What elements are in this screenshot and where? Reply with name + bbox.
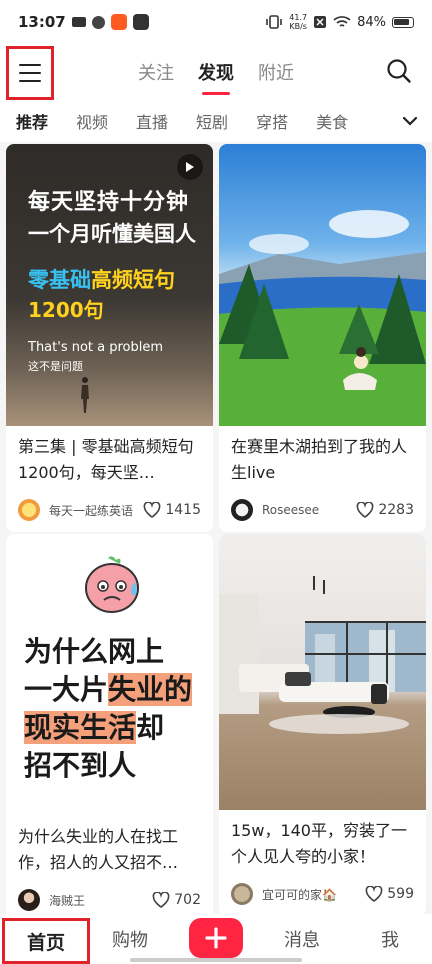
taobao-app-icon [110,14,127,30]
card-title[interactable]: 第三集 | 零基础高频短句1200句，每天坚… [6,426,213,488]
nav-messages[interactable]: 消息 [272,926,332,952]
tab-following[interactable]: 关注 [138,55,174,89]
walking-figure [81,377,89,413]
cover-text: 为什么网上 [24,635,165,668]
battery-percent: 84% [357,14,386,30]
category-expand-button[interactable] [388,100,432,142]
feed-card[interactable]: 15w，140平，穷装了一个人见人夸的小家！ 宜可可的家🏠 599 [219,534,426,914]
home-indicator[interactable] [130,958,302,962]
vivo-app-icon [71,17,86,27]
heart-icon [365,886,383,902]
top-header: 关注 发现 附近 [0,44,432,100]
category-recommend[interactable]: 推荐 [16,109,48,133]
category-outfit[interactable]: 穿搭 [256,109,288,133]
feed-card[interactable]: 每天坚持十分钟 一个月听懂美国人 零基础高频短句 1200句 That's no… [6,144,213,532]
nav-shop[interactable]: 购物 [100,926,160,952]
wifi-icon [333,16,351,27]
heart-icon [152,892,170,908]
cover-text: 每天坚持十分钟 [28,190,190,215]
category-bar: 推荐 视频 直播 短剧 穿搭 美食 [0,100,432,142]
feed: 每天坚持十分钟 一个月听懂美国人 零基础高频短句 1200句 That's no… [0,142,432,914]
create-post-button[interactable] [189,918,243,958]
cover-text: 招不到人 [24,749,137,782]
top-tabs: 关注 发现 附近 [0,44,432,100]
cover-subtitle: 这不是问题 [28,360,83,373]
plus-icon [205,927,227,949]
card-meta: 宜可可的家🏠 599 [219,872,426,914]
status-time: 13:07 [18,13,66,31]
card-cover-image[interactable]: 为什么网上 一大片失业的 现实生活却 招不到人 [6,534,213,816]
card-meta: 每天一起练英语 1415 [6,488,213,532]
play-icon [177,154,203,180]
avatar[interactable] [231,499,253,521]
message-app-icon [132,14,149,30]
author-name[interactable]: 每天一起练英语 [49,502,143,519]
category-video[interactable]: 视频 [76,109,108,133]
like-button[interactable]: 2283 [356,502,414,518]
cover-text: 一大片失业的 [24,673,193,706]
avatar[interactable] [231,883,253,905]
bottom-nav: 首页 购物 消息 我 [0,914,432,964]
net-speed: 41.7 KB/s [289,13,308,31]
card-meta: Roseesee 2283 [219,488,426,532]
tab-nearby[interactable]: 附近 [258,55,294,89]
avatar[interactable] [18,889,40,911]
vibrate-icon [266,15,283,29]
like-button[interactable]: 702 [152,892,201,908]
card-title[interactable]: 在赛里木湖拍到了我的人生live [219,426,426,488]
category-live[interactable]: 直播 [136,109,168,133]
card-cover-video[interactable]: 每天坚持十分钟 一个月听懂美国人 零基础高频短句 1200句 That's no… [6,144,213,426]
nav-me[interactable]: 我 [360,926,420,952]
cover-subtitle: That's not a problem [28,340,164,355]
like-button[interactable]: 599 [365,886,414,902]
link-app-icon [91,15,105,29]
author-name[interactable]: 宜可可的家🏠 [262,886,365,903]
card-cover-image[interactable] [219,144,426,426]
avatar[interactable] [18,499,40,521]
nav-home[interactable]: 首页 [2,918,90,964]
cover-text: 1200句 [28,298,104,322]
landscape-photo [219,210,426,426]
close-box-icon [314,16,327,28]
tab-discover[interactable]: 发现 [198,55,234,95]
sweating-face-sticker [85,556,139,613]
card-title[interactable]: 为什么失业的人在找工作，招人的人又招不… [6,816,213,878]
card-title[interactable]: 15w，140平，穷装了一个人见人夸的小家！ [219,810,426,872]
living-room-photo [219,576,426,734]
heart-icon [356,502,374,518]
like-count: 599 [387,886,414,902]
cover-text: 零基础高频短句 [28,268,175,292]
like-count: 2283 [378,502,414,518]
category-short-drama[interactable]: 短剧 [196,109,228,133]
cover-text: 一个月听懂美国人 [28,222,196,246]
cover-text: 现实生活却 [24,711,165,744]
feed-card[interactable]: 为什么网上 一大片失业的 现实生活却 招不到人 为什么失业的人在找工作，招人的人… [6,534,213,914]
card-cover-image[interactable] [219,534,426,810]
search-icon[interactable] [386,58,412,84]
author-name[interactable]: 海贼王 [49,892,152,909]
like-count: 1415 [165,502,201,518]
status-bar: 13:07 41.7 KB/s 84% [0,0,432,44]
feed-card[interactable]: 在赛里木湖拍到了我的人生live Roseesee 2283 [219,144,426,532]
heart-icon [143,502,161,518]
category-food[interactable]: 美食 [316,109,348,133]
like-button[interactable]: 1415 [143,502,201,518]
card-meta: 海贼王 702 [6,878,213,914]
like-count: 702 [174,892,201,908]
author-name[interactable]: Roseesee [262,503,356,517]
chevron-down-icon [402,116,418,126]
battery-icon [392,16,414,28]
